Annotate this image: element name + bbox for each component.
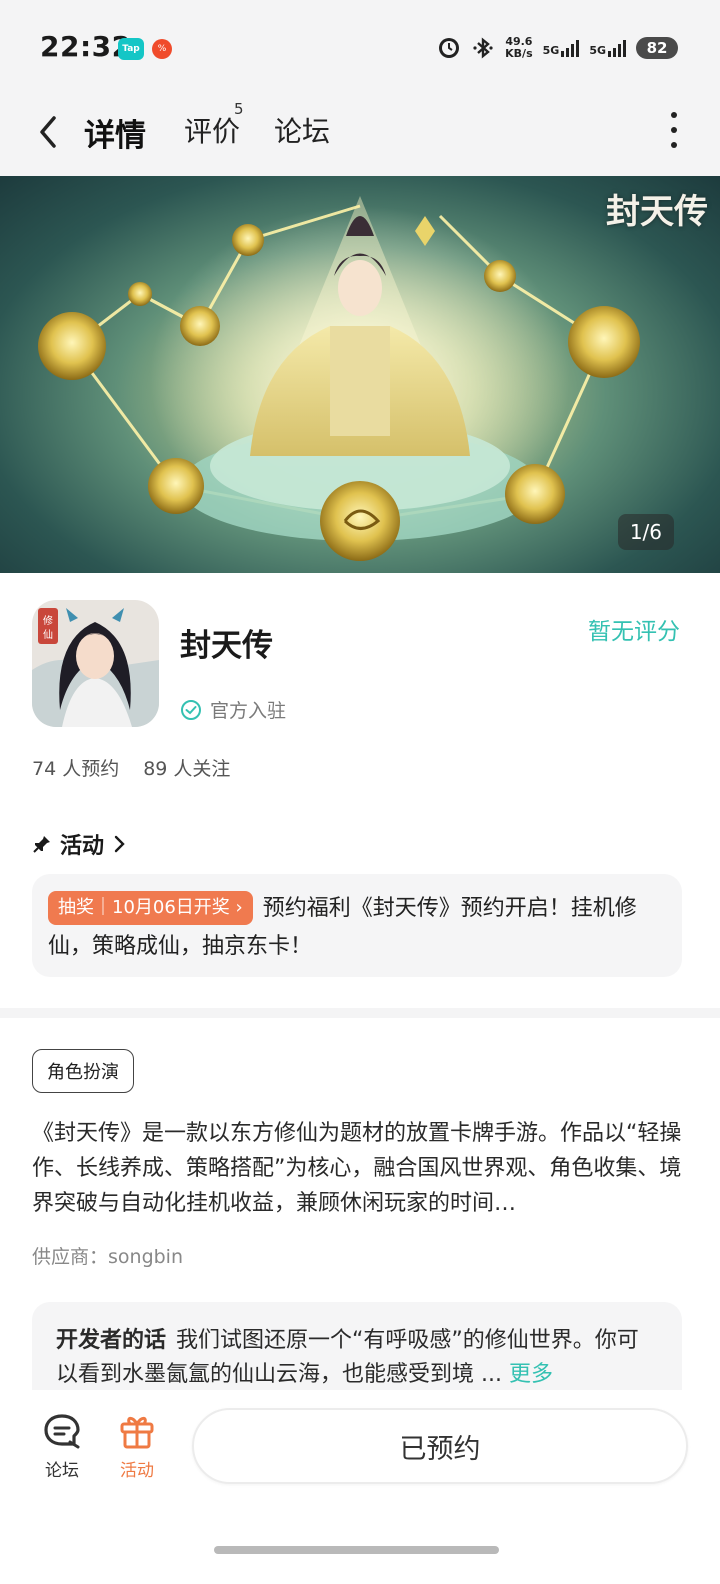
developer-note-label: 开发者的话 [56,1328,167,1353]
bottom-forum-button[interactable]: 论坛 [32,1412,92,1481]
network-speed: 49.6 KB/s [505,36,532,60]
reservation-count: 74 人预约 [32,758,120,780]
gift-icon [120,1416,154,1449]
verified-check-icon [181,699,201,720]
follower-count: 89 人关注 [143,758,231,780]
screenshot-carousel[interactable]: 封天传 1/6 [0,176,720,573]
tab-reviews[interactable]: 评价 [184,110,240,150]
speed-unit: KB/s [505,47,533,60]
genre-tag[interactable]: 角色扮演 [32,1049,134,1093]
pin-icon [33,836,50,853]
reviews-count-badge: 5 [234,100,244,118]
rating-status: 暂无评分 [588,619,680,645]
activity-heading: 活动 [60,834,105,859]
net-type-2: 5G [589,44,606,57]
activity-content: 抽奖｜10月06日开奖 › 预约福利《封天传》预约开启！挂机修仙，策略成仙，抽京东… [48,890,666,966]
top-nav: 详情 评价 5 论坛 [0,96,720,176]
banner-artwork [38,196,640,561]
verified-label: 官方入驻 [210,700,287,722]
app-title: 封天传 [180,628,273,664]
section-divider [0,1008,720,1018]
more-options-icon[interactable] [668,112,680,148]
game-logo-text: 封天传 [606,192,708,232]
svg-text:修: 修 [43,614,53,627]
alarm-icon [439,38,460,58]
bottom-action-bar: 论坛 活动 已预约 [0,1390,720,1584]
reserved-button[interactable]: 已预约 [192,1408,688,1484]
lottery-tag-label: 抽奖｜10月06日开奖 [58,897,230,918]
developer-note: 开发者的话 我们试图还原一个“有呼吸感”的修仙世界。你可以看到水墨氤氲的仙山云海，… [56,1324,658,1390]
game-description[interactable]: 《封天传》是一款以东方修仙为题材的放置卡牌手游。作品以“轻操作、长线养成、策略搭… [32,1116,682,1221]
signal-2: 5G [589,39,626,57]
signal-1: 5G [543,39,580,57]
shop-notification-icon: % [152,39,172,59]
official-verified: 官方入驻 [180,696,286,723]
forum-chat-icon [44,1414,80,1449]
signal-icon [561,39,580,57]
supplier-info: 供应商：songbin [32,1246,184,1268]
bluetooth-icon [473,37,493,59]
battery-icon: 82 [636,37,678,59]
chevron-right-icon [114,835,125,853]
net-type-1: 5G [542,44,560,57]
bottom-activity-button[interactable]: 活动 [107,1412,167,1481]
tab-forum[interactable]: 论坛 [274,110,330,150]
status-bar: 22:32 Tap % 49.6 KB/s 5G 5G 82 [0,0,720,96]
bottom-forum-label: 论坛 [45,1461,79,1481]
back-arrow-icon[interactable] [30,110,70,154]
more-link[interactable]: 更多 [509,1362,553,1387]
lottery-tag[interactable]: 抽奖｜10月06日开奖 › [48,891,253,925]
activity-card[interactable]: 抽奖｜10月06日开奖 › 预约福利《封天传》预约开启！挂机修仙，策略成仙，抽京东… [32,874,682,977]
tab-details[interactable]: 详情 [84,110,146,155]
bottom-activity-label: 活动 [120,1461,154,1481]
app-stats: 74 人预约 89 人关注 [32,754,230,781]
signal-icon [608,39,626,57]
developer-note-card[interactable]: 开发者的话 我们试图还原一个“有呼吸感”的修仙世界。你可以看到水墨氤氲的仙山云海，… [32,1302,682,1390]
status-right-group: 49.6 KB/s 5G 5G 82 [437,32,678,64]
svg-text:仙: 仙 [43,628,53,641]
carousel-counter: 1/6 [617,514,674,550]
app-icon: 修 仙 [32,600,159,727]
taptap-notification-icon: Tap [118,38,144,60]
home-indicator[interactable] [214,1546,499,1554]
activity-section-header[interactable]: 活动 [32,828,128,860]
